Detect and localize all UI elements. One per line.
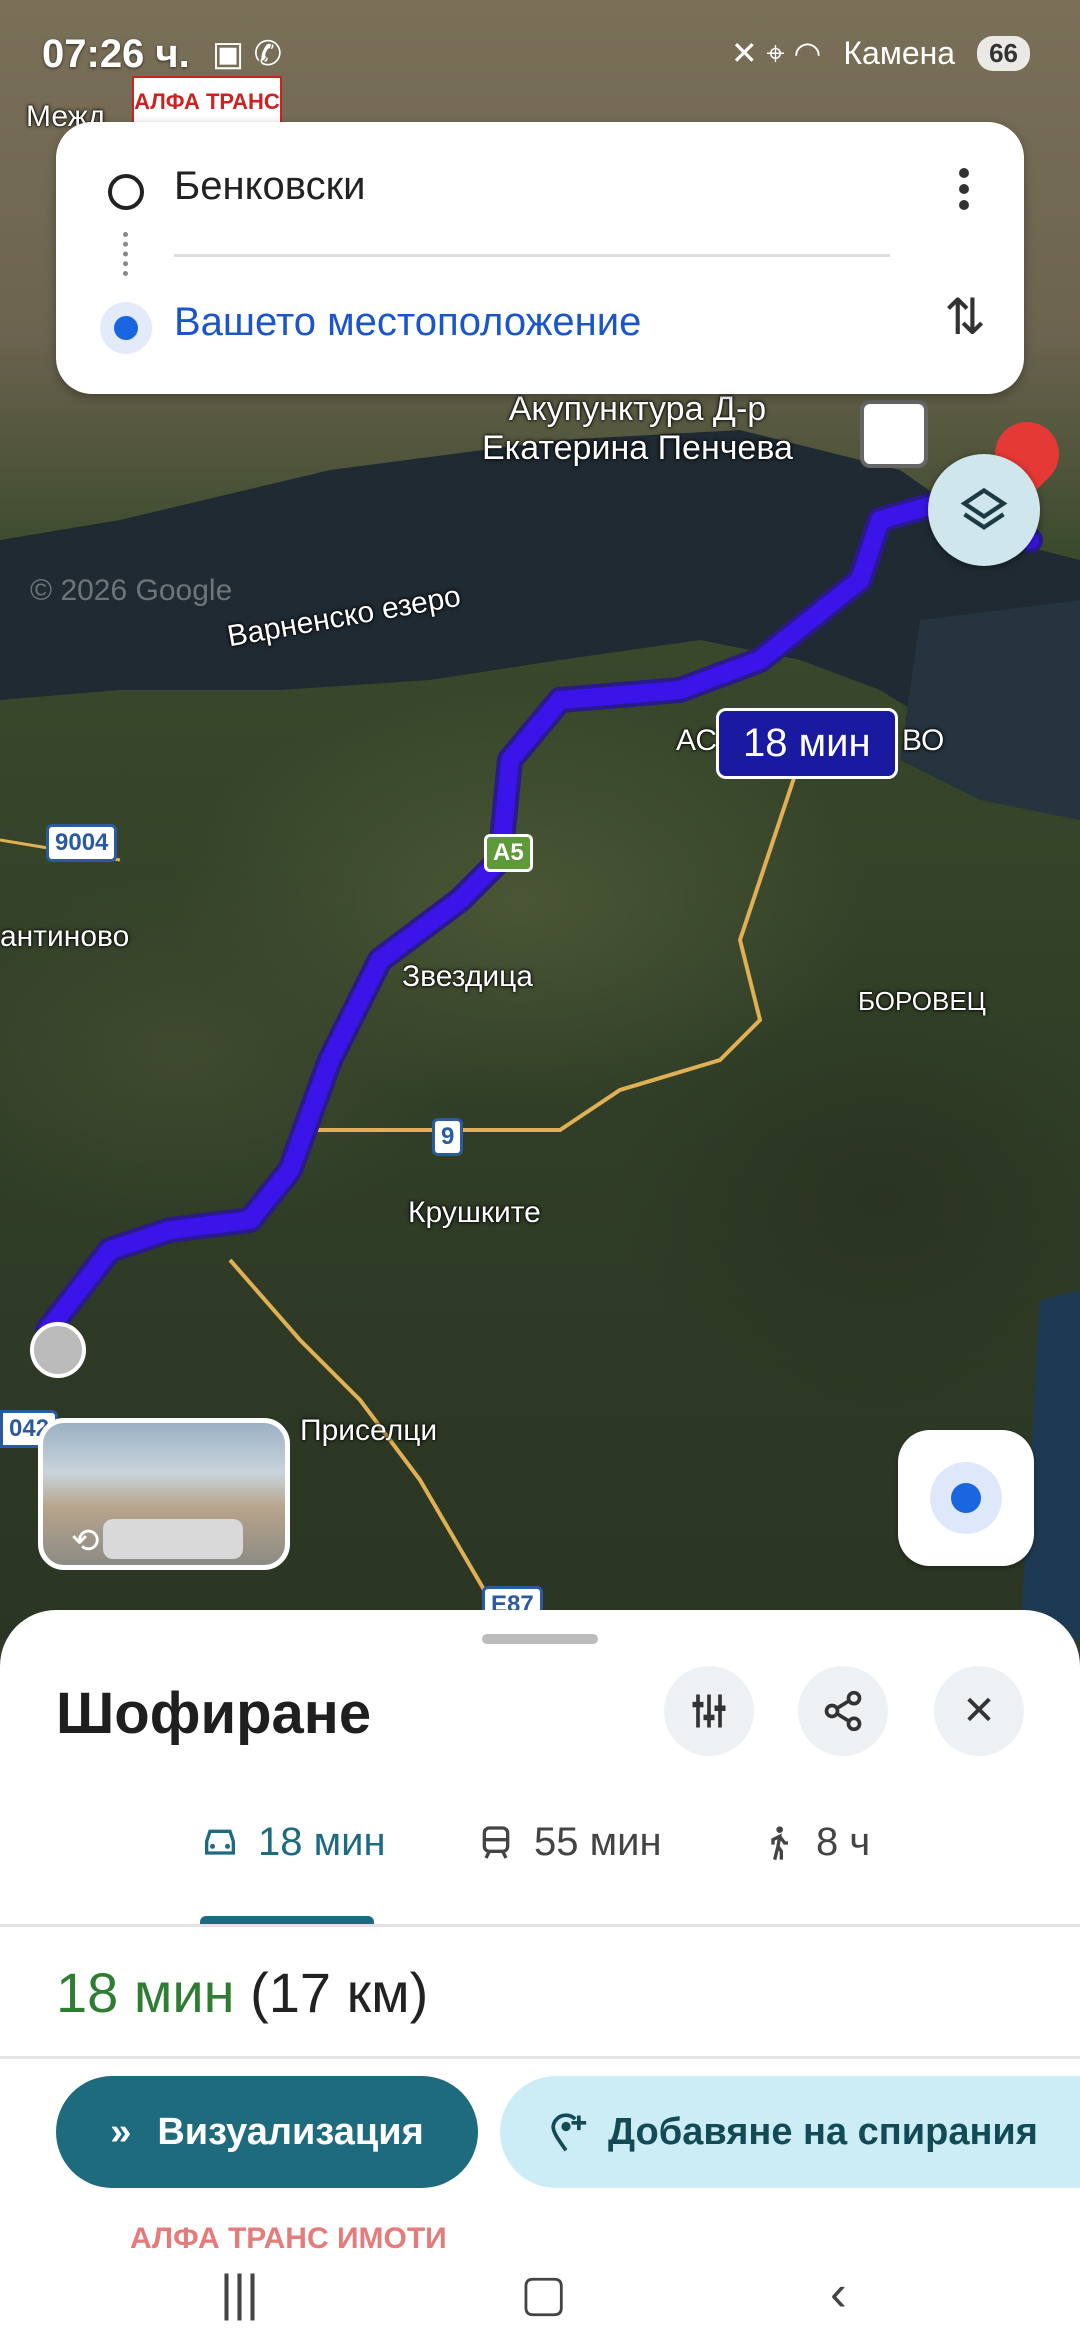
road-shield-9004: 9004 — [46, 824, 118, 862]
route-origin-marker[interactable] — [30, 1322, 86, 1378]
add-stops-label: Добавяне на спирания — [608, 2110, 1038, 2153]
poi-label[interactable]: Акупунктура Д-р Екатерина Пенчева — [482, 390, 793, 468]
add-location-icon — [551, 2113, 587, 2152]
konstantinovo-label: антиново — [0, 920, 130, 953]
location-dot-icon — [951, 1483, 981, 1513]
road-shield-9: 9 — [432, 1118, 464, 1156]
close-button[interactable]: ✕ — [934, 1666, 1024, 1756]
car-icon — [205, 1829, 235, 1855]
tab-walking[interactable]: 8 ч — [758, 1820, 870, 1865]
destination-field[interactable]: Вашето местоположение — [174, 300, 641, 345]
share-icon — [824, 1690, 862, 1732]
walk-icon — [771, 1825, 788, 1860]
asparuhovo-label-end: ВО — [902, 724, 945, 757]
asparuhovo-label: АС — [676, 724, 718, 757]
origin-field[interactable]: Бенковски — [174, 164, 365, 209]
double-chevron-icon: » — [110, 2110, 132, 2153]
my-location-button[interactable] — [898, 1430, 1034, 1566]
system-nav-bar: ||| ▢ ‹ — [0, 2250, 1080, 2340]
street-view-car — [103, 1519, 243, 1559]
home-icon[interactable]: ▢ — [520, 2264, 567, 2322]
preview-button-label: Визуализация — [157, 2110, 424, 2153]
transit-icon — [482, 1825, 510, 1859]
borovets-label: БОРОВЕЦ — [858, 986, 986, 1016]
active-tab-indicator — [200, 1916, 374, 1924]
priseltsi-label: Приселци — [300, 1414, 438, 1447]
summary-duration: 18 мин — [56, 1961, 235, 2024]
recents-icon[interactable]: ||| — [220, 2264, 259, 2322]
tab-driving-label: 18 мин — [258, 1820, 386, 1864]
sheet-title: Шофиране — [56, 1681, 372, 1746]
more-options-icon[interactable] — [954, 162, 974, 222]
origin-circle-icon — [108, 174, 144, 210]
sheet-handle[interactable] — [482, 1634, 598, 1644]
preview-button[interactable]: » Визуализация — [56, 2076, 478, 2188]
location-halo — [930, 1462, 1002, 1534]
status-overlay-text: Камена — [843, 35, 956, 71]
card-divider — [174, 254, 890, 257]
status-right: ✕ ⌖ ◠ Камена 66 — [731, 34, 1030, 73]
add-stops-button[interactable]: Добавяне на спирания — [500, 2076, 1080, 2188]
route-time-badge[interactable]: 18 мин — [716, 708, 898, 779]
tab-walking-label: 8 ч — [816, 1820, 871, 1864]
street-view-thumbnail[interactable]: ⟲ — [38, 1418, 290, 1570]
status-left-icons: ▣ ✆ — [212, 35, 283, 73]
status-right-icons: ✕ ⌖ ◠ — [730, 35, 822, 71]
back-icon[interactable]: ‹ — [830, 2264, 847, 2322]
route-dots-icon — [123, 232, 129, 276]
options-button[interactable] — [664, 1666, 754, 1756]
krushkite-label: Крушките — [408, 1196, 541, 1229]
summary-distance: (17 км) — [250, 1961, 429, 2024]
route-summary: 18 мин (17 км) — [56, 1960, 428, 2025]
tab-driving[interactable]: 18 мин — [200, 1820, 386, 1865]
tabs-divider — [0, 1924, 1080, 1927]
summary-divider — [0, 2056, 1080, 2059]
store-icon[interactable] — [860, 400, 928, 468]
status-time: 07:26 ч. — [42, 32, 190, 76]
destination-dot-icon — [100, 302, 152, 354]
road-shield-a5: A5 — [484, 834, 533, 872]
copyright-label: © 2026 Google — [30, 574, 233, 607]
tab-transit[interactable]: 55 мин — [476, 1820, 662, 1865]
layers-icon — [960, 487, 1008, 530]
close-icon: ✕ — [962, 1689, 996, 1733]
zvezditsa-label: Звездица — [402, 960, 533, 993]
tune-icon — [692, 1694, 726, 1728]
rotate-360-icon: ⟲ — [71, 1522, 100, 1560]
swap-icon[interactable]: ⇅ — [944, 288, 986, 346]
tab-transit-label: 55 мин — [534, 1820, 662, 1864]
share-button[interactable] — [798, 1666, 888, 1756]
watermark-logo: АЛФА ТРАНС — [132, 76, 282, 128]
layers-button[interactable] — [928, 454, 1040, 566]
battery-indicator: 66 — [977, 36, 1030, 71]
directions-card: Бенковски Вашето местоположение ⇅ — [56, 122, 1024, 394]
